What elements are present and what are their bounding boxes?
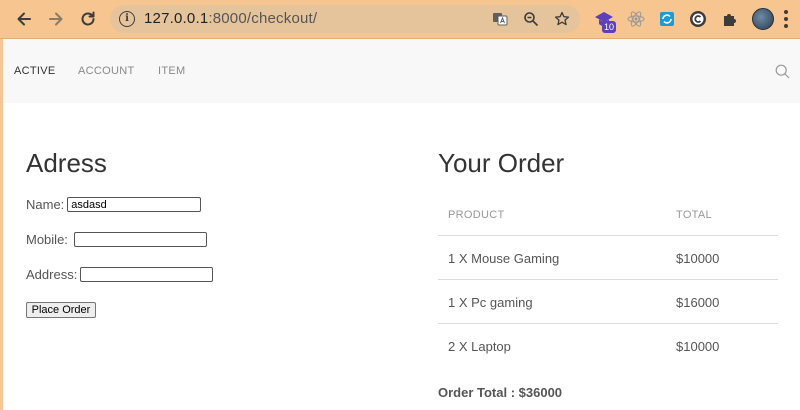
table-row: 1 X Mouse Gaming $10000	[438, 236, 778, 280]
mobile-label: Mobile:	[26, 232, 68, 247]
sync-extension-icon[interactable]	[657, 9, 677, 29]
nav-link-account[interactable]: ACCOUNT	[78, 65, 135, 77]
info-icon[interactable]: i	[119, 11, 135, 27]
column-header-total: TOTAL	[676, 209, 712, 221]
table-row: 1 X Pc gaming $16000	[438, 280, 778, 324]
url-host: 127.0.0.1	[144, 10, 209, 27]
puzzle-icon[interactable]	[720, 9, 740, 29]
address-label: Address:	[26, 267, 78, 282]
kebab-menu-icon[interactable]	[784, 10, 788, 28]
site-navbar: ACTIVE ACCOUNT ITEM	[3, 39, 800, 103]
name-label: Name:	[26, 197, 65, 212]
address-field[interactable]	[80, 267, 214, 282]
total-cell: $10000	[676, 251, 720, 266]
url-path: :8000/checkout/	[208, 10, 318, 27]
place-order-button[interactable]: Place Order	[26, 302, 96, 318]
star-icon[interactable]	[553, 10, 571, 28]
table-header: PRODUCT TOTAL	[438, 192, 778, 236]
nav-link-item[interactable]: ITEM	[158, 65, 185, 77]
mobile-row: Mobile:	[26, 232, 207, 247]
arrow-right-icon[interactable]	[45, 8, 67, 30]
nav-link-active[interactable]: ACTIVE	[14, 65, 56, 77]
product-cell: 2 X Laptop	[448, 339, 511, 354]
order-table: PRODUCT TOTAL 1 X Mouse Gaming $10000 1 …	[438, 192, 778, 368]
total-cell: $10000	[676, 339, 720, 354]
mobile-field[interactable]	[73, 232, 207, 247]
translate-icon[interactable]	[491, 10, 509, 28]
table-row: 2 X Laptop $10000	[438, 324, 778, 368]
address-row: Address:	[26, 267, 214, 282]
name-field[interactable]	[67, 197, 202, 212]
name-row: Name:	[26, 197, 202, 212]
url-text[interactable]: 127.0.0.1:8000/checkout/	[144, 10, 317, 27]
address-heading: Adress	[26, 148, 107, 178]
order-heading: Your Order	[438, 148, 565, 178]
total-cell: $16000	[676, 295, 720, 310]
search-icon[interactable]	[775, 64, 790, 79]
address-bar[interactable]: i 127.0.0.1:8000/checkout/	[110, 5, 580, 33]
browser-toolbar: i 127.0.0.1:8000/checkout/ 10	[0, 0, 800, 39]
react-devtools-icon[interactable]	[626, 9, 646, 29]
order-total: Order Total : $36000	[438, 385, 563, 400]
avatar[interactable]	[752, 8, 774, 30]
extension-badge: 10	[602, 21, 617, 33]
c-extension-icon[interactable]	[688, 9, 708, 29]
column-header-product: PRODUCT	[448, 209, 505, 221]
reload-icon[interactable]	[77, 8, 99, 30]
zoom-out-icon[interactable]	[522, 10, 540, 28]
product-cell: 1 X Mouse Gaming	[448, 251, 560, 266]
arrow-left-icon[interactable]	[13, 8, 35, 30]
product-cell: 1 X Pc gaming	[448, 295, 533, 310]
